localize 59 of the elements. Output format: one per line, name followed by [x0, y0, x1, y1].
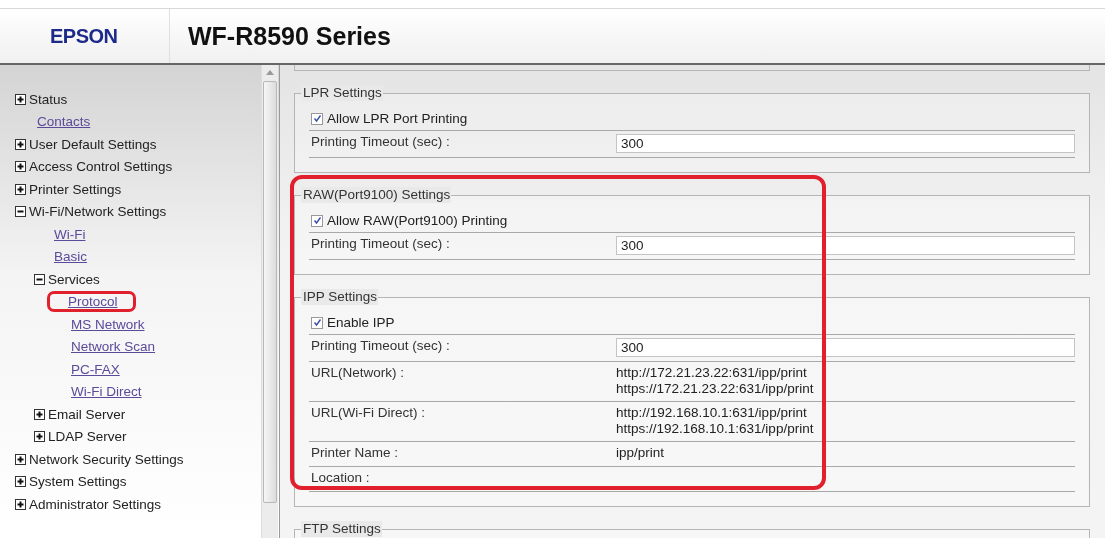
menu-link[interactable]: Basic [48, 246, 93, 268]
menu-item[interactable]: LDAP Server [48, 429, 127, 445]
input-field[interactable]: 300 [616, 236, 1075, 255]
field-value: https://192.168.10.1:631/ipp/print [616, 421, 814, 437]
collapse-icon[interactable] [34, 273, 45, 285]
expand-icon[interactable] [15, 138, 26, 150]
field-label: URL(Network) : [311, 365, 405, 380]
checkbox[interactable] [311, 112, 323, 125]
checkbox-label: Allow RAW(Port9100) Printing [327, 213, 508, 228]
logo: EPSON [50, 24, 118, 48]
page-title: WF-R8590 Series [188, 21, 391, 51]
menu-link[interactable]: PC-FAX [65, 358, 126, 380]
field-label: Printing Timeout (sec) : [311, 338, 451, 353]
expand-icon[interactable] [15, 476, 26, 488]
expand-icon[interactable] [34, 408, 45, 420]
section-title: LPR Settings [301, 85, 383, 101]
menu-item[interactable]: Printer Settings [29, 181, 122, 197]
scrollbar[interactable] [261, 65, 278, 538]
expand-icon[interactable] [15, 161, 26, 173]
expand-icon[interactable] [15, 183, 26, 195]
input-field[interactable]: 300 [616, 134, 1075, 153]
expand-icon[interactable] [15, 453, 26, 465]
menu-item[interactable]: Email Server [48, 406, 126, 422]
menu-item[interactable]: Status [29, 91, 68, 107]
input-field[interactable]: 300 [616, 338, 1075, 357]
field-value: https://172.21.23.22:631/ipp/print [616, 381, 814, 397]
field-label: Printer Name : [311, 445, 400, 460]
field-value: http://192.168.10.1:631/ipp/print [616, 405, 808, 421]
scroll-thumb[interactable] [263, 81, 277, 503]
menu-link[interactable]: Protocol [47, 291, 136, 313]
menu-item[interactable]: Network Security Settings [29, 451, 184, 467]
menu-link[interactable]: Network Scan [65, 336, 162, 358]
menu-item[interactable]: Administrator Settings [29, 496, 162, 512]
field-label: Location : [311, 470, 371, 485]
expand-icon[interactable] [34, 431, 45, 443]
menu-item[interactable]: User Default Settings [29, 136, 157, 152]
menu-item[interactable]: System Settings [29, 474, 127, 490]
expand-icon[interactable] [15, 498, 26, 510]
menu-link[interactable]: Contacts [31, 111, 97, 133]
menu-item[interactable]: Access Control Settings [29, 159, 173, 175]
field-value: http://172.21.23.22:631/ipp/print [616, 365, 808, 381]
field-label: URL(Wi-Fi Direct) : [311, 405, 426, 420]
menu-link[interactable]: Wi-Fi Direct [65, 381, 148, 403]
collapse-icon[interactable] [15, 206, 26, 218]
checkbox-label: Enable IPP [327, 315, 395, 330]
checkbox-label: Allow LPR Port Printing [327, 111, 468, 126]
field-value: ipp/print [616, 445, 665, 461]
section-title: IPP Settings [301, 289, 379, 305]
section-title: RAW(Port9100) Settings [301, 187, 452, 203]
field-label: Printing Timeout (sec) : [311, 134, 451, 149]
menu-item[interactable]: Services [48, 271, 100, 287]
expand-icon[interactable] [15, 93, 26, 105]
menu-link[interactable]: MS Network [65, 313, 151, 335]
menu-link[interactable]: Wi-Fi [48, 223, 92, 245]
field-label: Printing Timeout (sec) : [311, 236, 451, 251]
checkbox[interactable] [311, 214, 323, 227]
checkbox[interactable] [311, 316, 323, 329]
menu-item[interactable]: Wi-Fi/Network Settings [29, 204, 167, 220]
section-title: FTP Settings [301, 521, 382, 537]
